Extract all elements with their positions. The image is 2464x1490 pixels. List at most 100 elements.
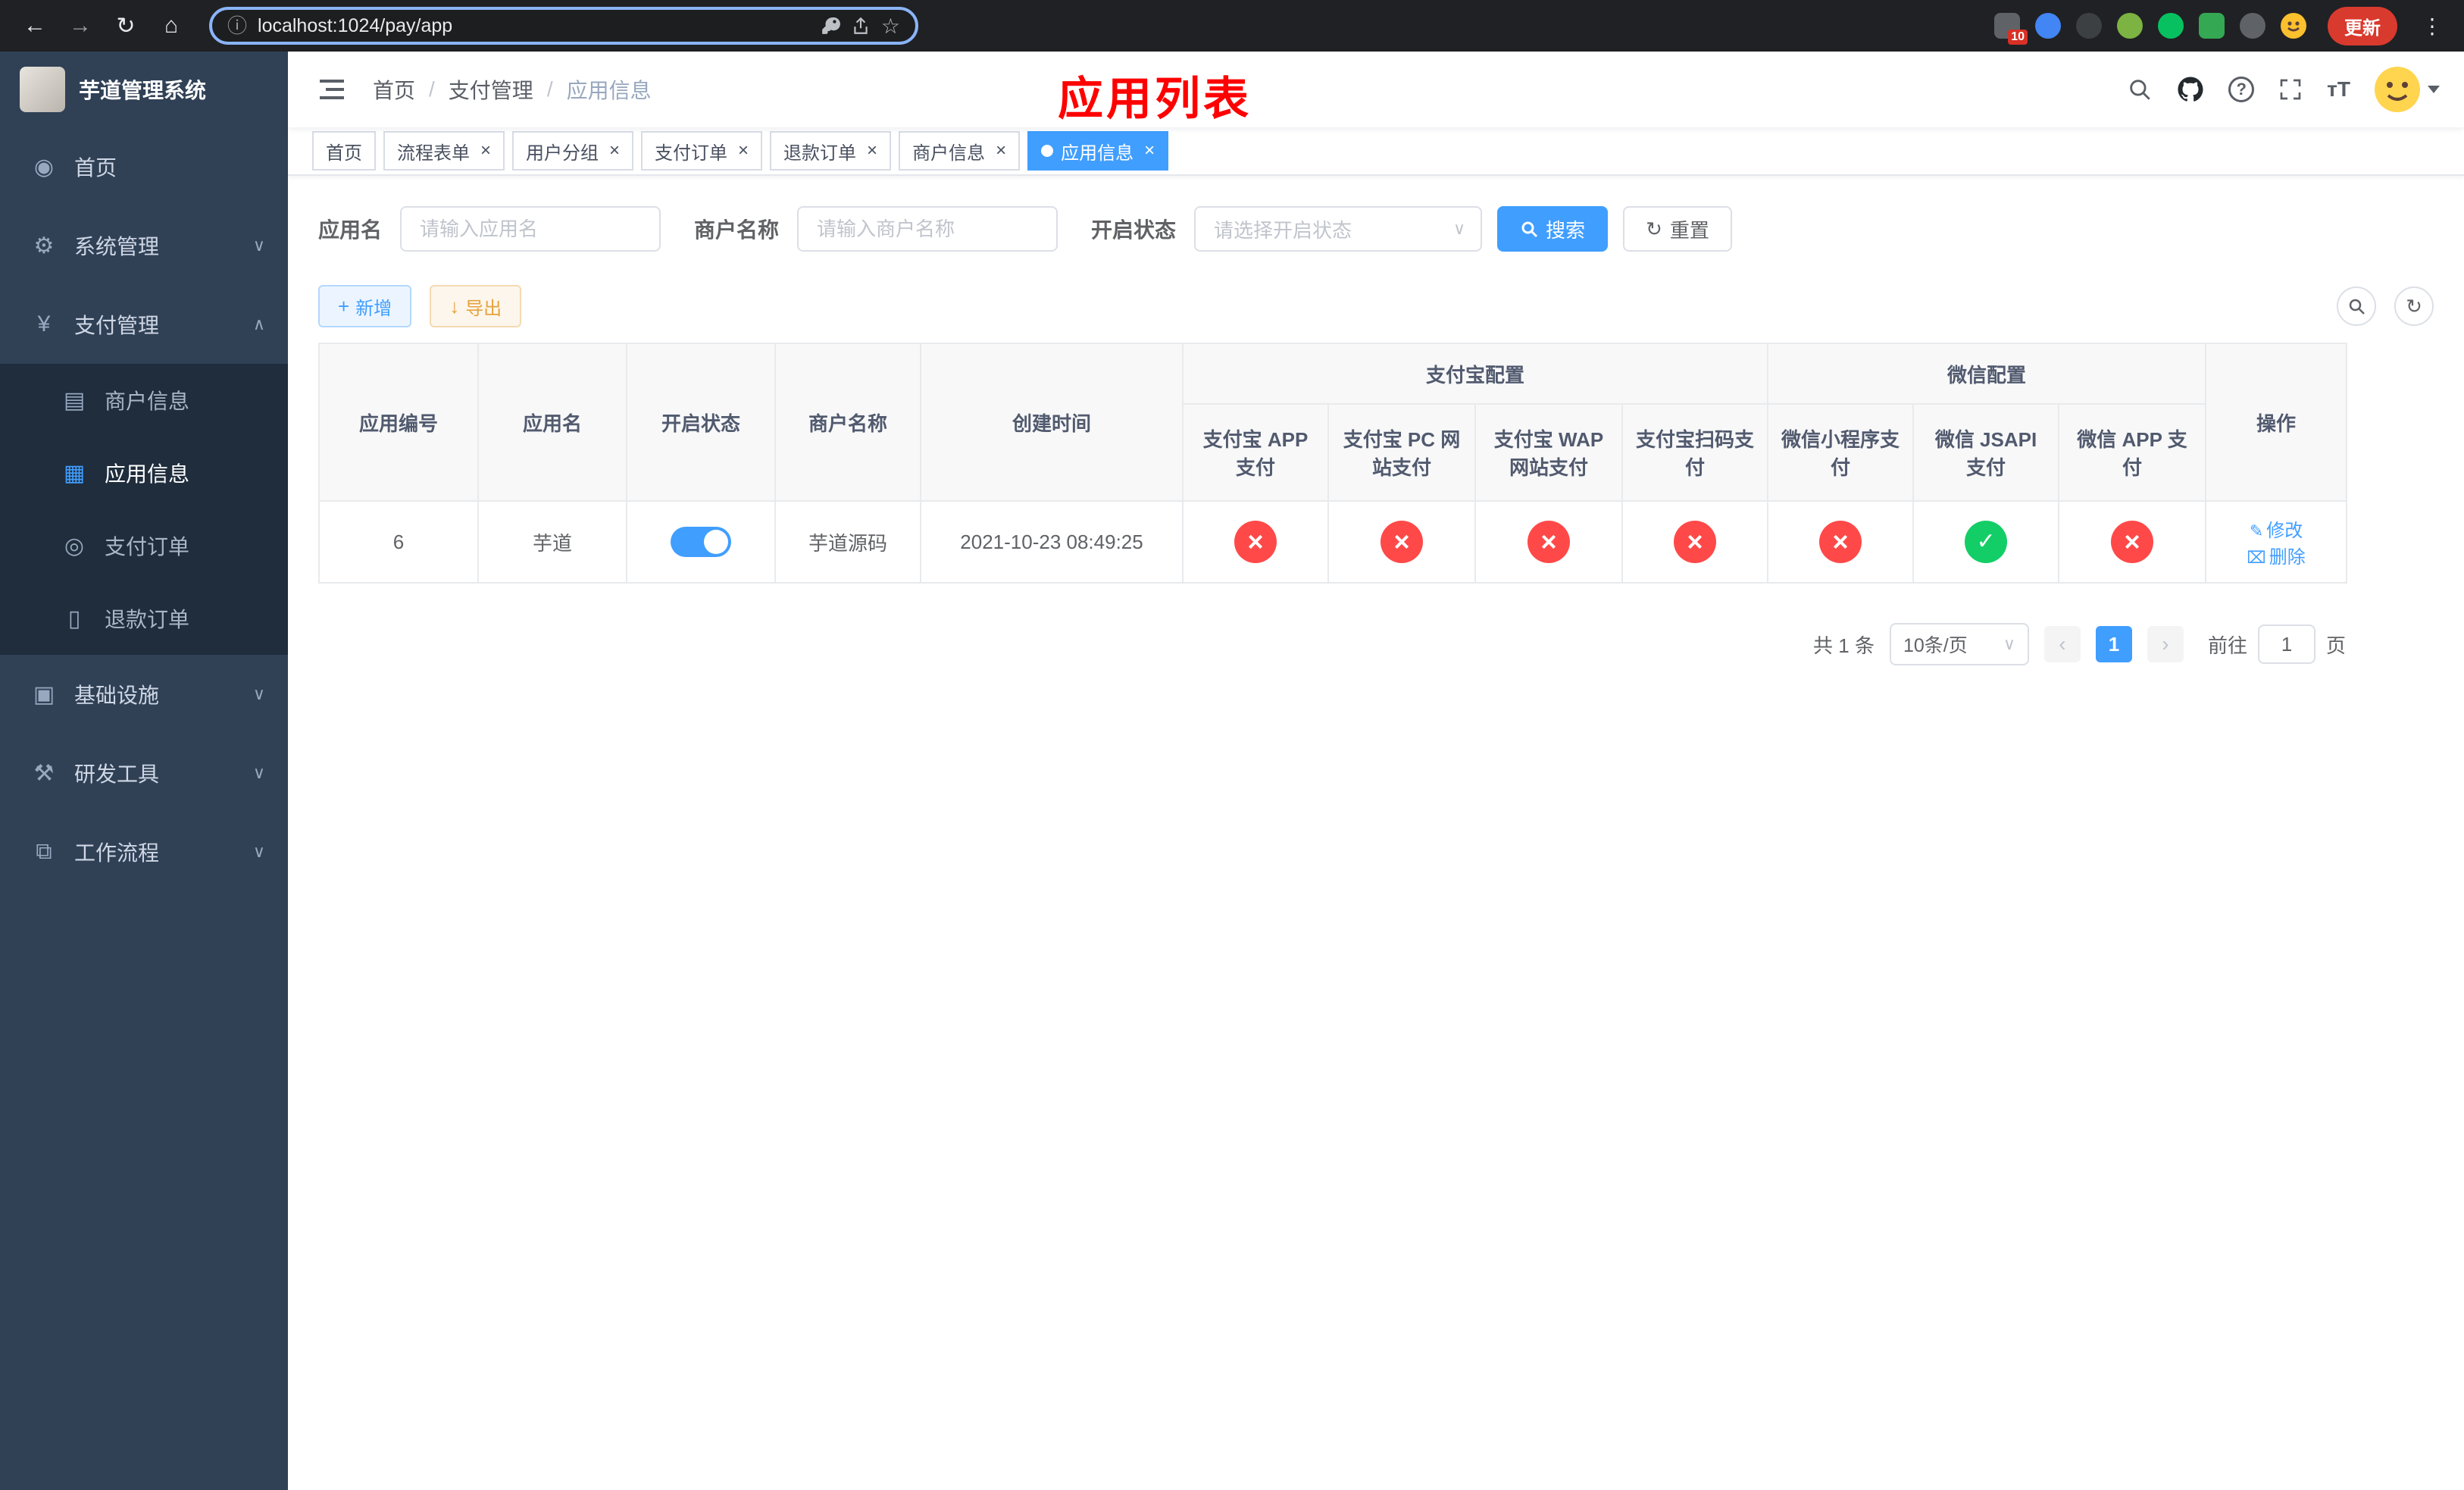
refresh-table-icon[interactable]: ↻ (2394, 286, 2434, 326)
extension-icon-1[interactable]: 10 (1994, 13, 2028, 45)
tab-merchant-info[interactable]: 商户信息 × (899, 131, 1021, 171)
alipay-wap-disabled-icon (1527, 521, 1570, 563)
github-icon[interactable] (2177, 76, 2204, 103)
site-info-icon[interactable]: ⓘ (227, 16, 247, 36)
chevron-down-icon: ∨ (2003, 634, 2015, 653)
close-tab-icon[interactable]: × (867, 142, 877, 160)
grid-icon: ▦ (63, 460, 86, 486)
font-size-icon[interactable] (2327, 77, 2350, 102)
page-title: 应用列表 (1058, 74, 1252, 124)
password-key-icon[interactable] (821, 16, 840, 36)
cell-created: 2021-10-23 08:49:25 (920, 500, 1184, 584)
sidebar-item-payment[interactable]: ¥ 支付管理 ∧ (0, 285, 288, 364)
sidebar-item-pay-orders[interactable]: ◎ 支付订单 (0, 509, 288, 582)
active-tab-dot (1041, 145, 1054, 157)
goto-page-input[interactable] (2257, 624, 2315, 664)
bookmark-star-icon[interactable]: ☆ (881, 14, 900, 39)
cell-app-name: 芋道 (477, 500, 627, 584)
pagination: 共 1 条 10条/页 ∨ ‹ 1 › 前往 页 (318, 623, 2346, 665)
close-tab-icon[interactable]: × (609, 142, 620, 160)
prev-page-button[interactable]: ‹ (2043, 626, 2081, 662)
close-tab-icon[interactable]: × (996, 142, 1006, 160)
extension-icon-4[interactable] (2117, 13, 2143, 39)
url-text[interactable]: localhost:1024/pay/app (258, 15, 810, 37)
help-icon[interactable] (2228, 77, 2255, 102)
cell-status (626, 500, 776, 584)
app-name-input[interactable] (400, 206, 661, 252)
tab-pay-orders[interactable]: 支付订单 × (641, 131, 763, 171)
status-select[interactable]: 请选择开启状态 ∨ (1194, 206, 1483, 252)
search-icon[interactable] (2127, 77, 2153, 102)
browser-update-button[interactable]: 更新 (2328, 6, 2397, 45)
sidebar-item-system[interactable]: ⚙ 系统管理 ∨ (0, 206, 288, 285)
user-avatar[interactable] (2375, 67, 2440, 112)
tab-home[interactable]: 首页 (312, 131, 376, 171)
extension-icon-3[interactable] (2076, 13, 2102, 39)
extension-icon-2[interactable] (2035, 13, 2061, 39)
tab-refund-orders[interactable]: 退款订单 × (770, 131, 892, 171)
wechat-app-disabled-icon (2111, 521, 2154, 563)
export-button[interactable]: ↓ 导出 (430, 285, 522, 327)
sidebar-item-dev-tools[interactable]: ⚒ 研发工具 ∨ (0, 734, 288, 812)
sidebar: 芋道管理系统 ◉ 首页 ⚙ 系统管理 ∨ ¥ 支付管理 ∧ ▤ 商户信息 ▦ 应… (0, 52, 288, 1490)
col-alipay-app: 支付宝 APP 支付 (1182, 403, 1329, 502)
status-toggle[interactable] (671, 527, 731, 557)
add-button[interactable]: + 新增 (318, 285, 412, 327)
browser-home-icon[interactable]: ⌂ (152, 6, 191, 45)
next-page-button[interactable]: › (2147, 626, 2184, 662)
tab-app-info[interactable]: 应用信息 × (1027, 131, 1169, 171)
total-count: 共 1 条 (1813, 634, 1875, 657)
fullscreen-icon[interactable] (2278, 77, 2303, 102)
sidebar-item-label: 支付订单 (105, 535, 190, 559)
close-tab-icon[interactable]: × (738, 142, 749, 160)
delete-link[interactable]: ⌧ 删除 (2247, 547, 2305, 568)
extension-icon-8[interactable] (2281, 13, 2306, 39)
breadcrumb-payment[interactable]: 支付管理 (449, 74, 533, 105)
topbar-actions (2127, 67, 2440, 112)
edit-link[interactable]: ✎ 修改 (2250, 521, 2303, 541)
sidebar-item-home[interactable]: ◉ 首页 (0, 127, 288, 206)
sidebar-item-merchant-info[interactable]: ▤ 商户信息 (0, 364, 288, 437)
goto-label: 前往 (2207, 634, 2247, 657)
tab-user-group[interactable]: 用户分组 × (512, 131, 634, 171)
browser-reload-icon[interactable]: ↻ (106, 6, 145, 45)
close-tab-icon[interactable]: × (1144, 142, 1155, 160)
extension-icon-7[interactable] (2240, 13, 2265, 39)
document-icon: ▯ (67, 606, 81, 631)
extension-icon-5[interactable] (2158, 13, 2184, 39)
sidebar-item-refund-orders[interactable]: ▯ 退款订单 (0, 582, 288, 655)
collapse-sidebar-icon[interactable] (312, 72, 352, 107)
page-number-1[interactable]: 1 (2095, 626, 2132, 662)
browser-forward-icon[interactable]: → (61, 6, 100, 45)
sidebar-logo[interactable]: 芋道管理系统 (0, 52, 288, 127)
breadcrumb-app-info: 应用信息 (566, 79, 652, 102)
wechat-jsapi-enabled-icon (1965, 521, 2008, 563)
sidebar-item-label: 首页 (74, 156, 117, 180)
cell-actions: ✎ 修改 ⌧ 删除 (2205, 500, 2348, 584)
extension-icon-6[interactable] (2199, 13, 2225, 39)
reset-button[interactable]: ↻ 重置 (1623, 206, 1732, 252)
breadcrumb-home[interactable]: 首页 (373, 74, 415, 105)
tab-process-form[interactable]: 流程表单 × (383, 131, 505, 171)
share-icon[interactable] (851, 16, 871, 36)
browser-menu-icon[interactable]: ⋮ (2416, 14, 2449, 39)
merchant-name-input[interactable] (797, 206, 1058, 252)
close-tab-icon[interactable]: × (480, 142, 491, 160)
chevron-down-icon: ∨ (252, 763, 265, 782)
goto-unit: 页 (2325, 634, 2346, 657)
col-alipay-qr: 支付宝扫码支付 (1621, 403, 1769, 502)
yen-icon: ¥ (37, 311, 51, 337)
col-app-name: 应用名 (477, 343, 627, 502)
sidebar-item-label: 基础设施 (74, 684, 160, 707)
search-button[interactable]: 搜索 (1497, 206, 1609, 252)
sidebar-item-workflow[interactable]: ⧉ 工作流程 ∨ (0, 812, 288, 891)
extension-badge: 10 (2008, 30, 2028, 45)
sidebar-item-app-info[interactable]: ▦ 应用信息 (0, 437, 288, 509)
browser-back-icon[interactable]: ← (15, 6, 55, 45)
page-size-select[interactable]: 10条/页 ∨ (1889, 623, 2029, 665)
address-bar[interactable]: ⓘ localhost:1024/pay/app ☆ (209, 7, 918, 45)
col-alipay-pc: 支付宝 PC 网站支付 (1327, 403, 1476, 502)
col-wechat-lite: 微信小程序支付 (1767, 403, 1915, 502)
sidebar-item-infrastructure[interactable]: ▣ 基础设施 ∨ (0, 655, 288, 734)
toggle-search-icon[interactable] (2337, 286, 2376, 326)
